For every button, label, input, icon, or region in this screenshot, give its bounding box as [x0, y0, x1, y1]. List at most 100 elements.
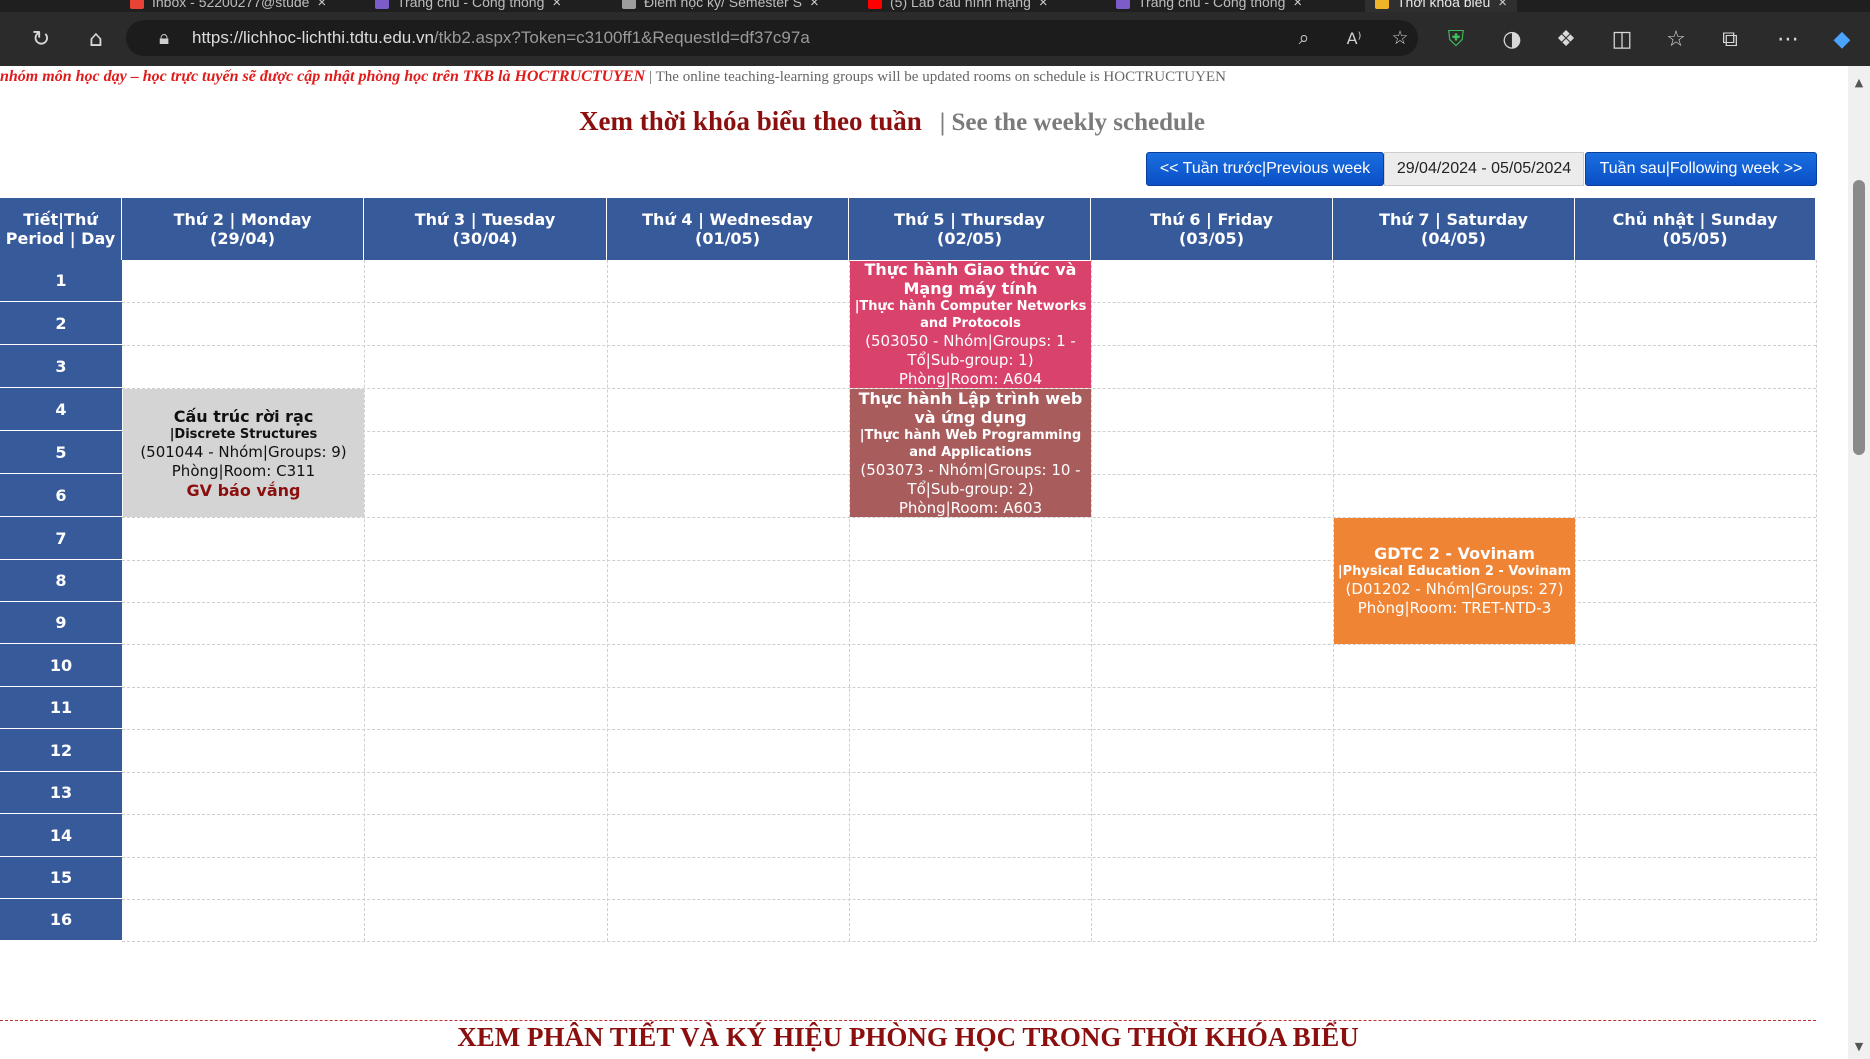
favorite-star-icon[interactable]: ☆ — [1384, 20, 1416, 56]
browser-tab[interactable]: (5) Lab cấu hình mạng × — [868, 0, 1048, 12]
period-cell: 15 — [0, 857, 122, 899]
period-cell: 16 — [0, 899, 122, 941]
tab-favicon-icon — [1116, 0, 1130, 9]
url-text[interactable]: https://lichhoc-lichthi.tdtu.edu.vn/tkb2… — [192, 20, 810, 56]
event-line: Phòng|Room: TRET-NTD-3 — [1357, 599, 1552, 617]
grid-row-line — [122, 687, 1816, 688]
event-line: Cấu trúc rời rạc — [173, 406, 314, 426]
browser-tab[interactable]: Thời khóa biểu × — [1365, 0, 1518, 12]
grid-column-line — [1816, 260, 1817, 941]
close-icon[interactable]: × — [1293, 0, 1302, 11]
close-icon[interactable]: × — [317, 0, 326, 11]
day-header-date: (05/05) — [1662, 229, 1728, 248]
collections-icon[interactable]: ⧉ — [1710, 12, 1750, 66]
lock-icon[interactable]: 🔒︎ — [148, 20, 180, 56]
url-path: /tkb2.aspx?Token=c3100ff1&RequestId=df37… — [433, 28, 810, 47]
online-notice: nhóm môn học dạy – học trực tuyến sẽ đượ… — [0, 68, 1226, 86]
event-line: Phòng|Room: A604 — [898, 370, 1043, 388]
period-cell: 7 — [0, 517, 122, 560]
period-cell: 14 — [0, 814, 122, 857]
more-menu-icon[interactable]: ⋯ — [1768, 12, 1808, 66]
event-line: GDTC 2 - Vovinam — [1374, 544, 1535, 563]
grid-row-line — [122, 814, 1816, 815]
previous-week-button[interactable]: << Tuần trước|Previous week — [1146, 152, 1384, 186]
event-line: Phòng|Room: A603 — [898, 498, 1043, 517]
next-week-button[interactable]: Tuần sau|Following week >> — [1585, 152, 1817, 186]
day-header: Thứ 4 | Wednesday (01/05) — [607, 198, 849, 260]
grid-column-line — [1575, 260, 1576, 941]
scrollbar-thumb[interactable] — [1853, 180, 1865, 455]
event-line: Phòng|Room: C311 — [171, 461, 316, 480]
day-header: Thứ 5 | Thursday (02/05) — [849, 198, 1091, 260]
grid-column-line — [364, 260, 365, 941]
day-header-label: Thứ 2 | Monday — [173, 210, 312, 229]
address-bar[interactable]: 🔒︎ https://lichhoc-lichthi.tdtu.edu.vn/t… — [126, 20, 1418, 56]
class-event-block[interactable]: Thực hành Giao thức và Mạng máy tính |Thự… — [850, 261, 1091, 388]
browser-tab[interactable]: Trang chủ - Cổng thông × — [1116, 0, 1302, 12]
day-header-label: Thứ 6 | Friday — [1150, 210, 1273, 229]
period-cell: 10 — [0, 644, 122, 687]
browser-tab[interactable]: Trang chủ - Cổng thông × — [375, 0, 561, 12]
day-header-date: (04/05) — [1421, 229, 1486, 248]
period-cell: 1 — [0, 260, 122, 302]
scroll-up-arrow-icon[interactable]: ▲ — [1848, 72, 1870, 92]
page-title-vi: Xem thời khóa biểu theo tuần — [579, 106, 922, 136]
scroll-down-arrow-icon[interactable]: ▼ — [1848, 1036, 1870, 1056]
period-day-header-line: Tiết|Thứ — [23, 210, 98, 229]
grid-row-line — [122, 941, 1816, 942]
close-icon[interactable]: × — [1039, 0, 1048, 11]
grid-row-line — [122, 729, 1816, 730]
day-header-label: Thứ 4 | Wednesday — [642, 210, 813, 229]
tab-label: Trang chủ - Cổng thông — [1138, 0, 1286, 10]
day-header-date: (29/04) — [210, 229, 275, 248]
copilot-icon[interactable]: ◆ — [1822, 12, 1862, 66]
extensions-puzzle-icon[interactable]: ❖ — [1546, 12, 1586, 66]
period-cell: 13 — [0, 772, 122, 814]
day-header-label: Thứ 3 | Tuesday — [414, 210, 556, 229]
period-cell: 3 — [0, 345, 122, 388]
day-header-date: (30/04) — [452, 229, 518, 248]
period-cell: 5 — [0, 431, 122, 474]
page-title: Xem thời khóa biểu theo tuần | See the we… — [579, 106, 1205, 137]
grid-column-line — [1091, 260, 1092, 941]
period-cell: 11 — [0, 687, 122, 729]
class-event-block[interactable]: GDTC 2 - Vovinam |Physical Education 2 - … — [1334, 518, 1575, 644]
event-line: |Thực hành Computer Networks and Protoco… — [854, 299, 1087, 331]
day-header-label: Thứ 5 | Thursday — [894, 210, 1045, 229]
day-header-date: (03/05) — [1179, 229, 1244, 248]
grid-column-line — [607, 260, 608, 941]
event-line: (D01202 - Nhóm|Groups: 27) — [1345, 580, 1564, 598]
class-event-block[interactable]: Cấu trúc rời rạc |Discrete Structures (501… — [123, 389, 364, 517]
read-aloud-icon[interactable]: A⁾ — [1338, 20, 1370, 56]
home-icon[interactable]: ⌂ — [76, 12, 116, 66]
event-line: Thực hành Giao thức và Mạng máy tính — [864, 261, 1077, 298]
tab-label: (5) Lab cấu hình mạng — [890, 0, 1031, 10]
class-event-block[interactable]: Thực hành Lập trình web và ứng dụng |Thực… — [850, 389, 1091, 517]
close-icon[interactable]: × — [1498, 0, 1507, 11]
refresh-icon[interactable]: ↻ — [21, 12, 61, 66]
tab-label: Trang chủ - Cổng thông — [397, 0, 545, 10]
favorites-icon[interactable]: ☆ — [1656, 12, 1696, 66]
tab-label: Inbox - 52200277@stude — [152, 0, 310, 10]
week-date-range: 29/04/2024 - 05/05/2024 — [1384, 152, 1584, 186]
day-header: Thứ 3 | Tuesday (30/04) — [364, 198, 607, 260]
tab-favicon-icon — [1375, 0, 1389, 9]
close-icon[interactable]: × — [810, 0, 819, 11]
page-title-en: | See the weekly schedule — [939, 109, 1205, 136]
tab-favicon-icon — [868, 0, 882, 9]
event-line: Thực hành Lập trình web và ứng dụng — [858, 389, 1083, 427]
extension-icon-2[interactable]: ◑ — [1492, 12, 1532, 66]
browser-tab[interactable]: Inbox - 52200277@stude × — [130, 0, 326, 12]
day-header: Thứ 2 | Monday (29/04) — [122, 198, 364, 260]
day-header: Chủ nhật | Sunday (05/05) — [1575, 198, 1816, 260]
grid-row-line — [122, 857, 1816, 858]
event-line: |Thực hành Web Programming and Applicati… — [859, 427, 1082, 460]
day-header-label: Chủ nhật | Sunday — [1612, 210, 1778, 229]
day-header: Thứ 7 | Saturday (04/05) — [1333, 198, 1575, 260]
close-icon[interactable]: × — [552, 0, 561, 11]
split-screen-icon[interactable]: ◫ — [1602, 12, 1642, 66]
browser-tab[interactable]: Điểm học kỳ/ Semester S × — [622, 0, 819, 12]
period-cell: 2 — [0, 302, 122, 345]
shield-extension-icon[interactable]: ⛨ — [1436, 12, 1476, 66]
zoom-icon[interactable]: ⌕ — [1288, 20, 1320, 56]
